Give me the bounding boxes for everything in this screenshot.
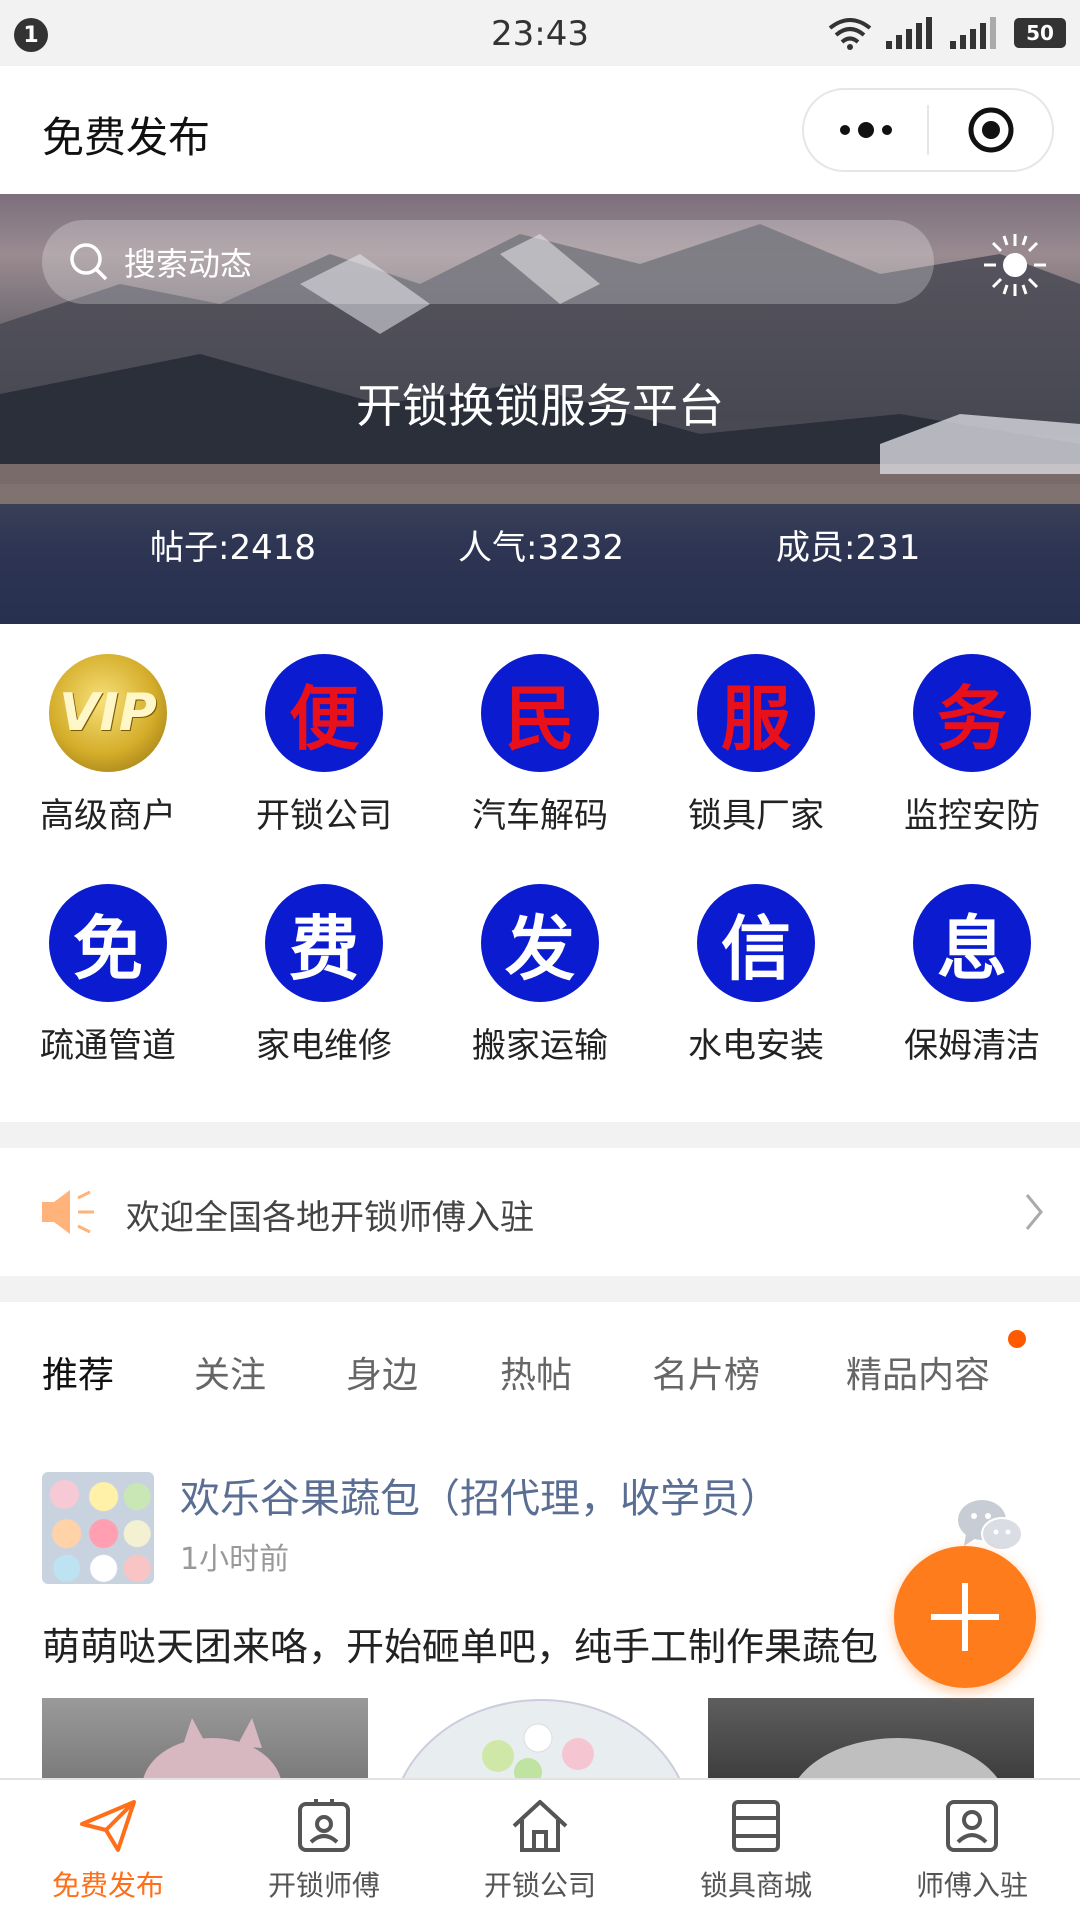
notice-bar[interactable]: 欢迎全国各地开锁师傅入驻 <box>0 1148 1080 1276</box>
battery-icon: 50 <box>1014 18 1066 48</box>
section-divider <box>0 1276 1080 1302</box>
category-icon: 费 <box>265 884 383 1002</box>
search-placeholder: 搜索动态 <box>124 245 253 283</box>
category-icon: 信 <box>697 884 815 1002</box>
post-time: 1小时前 <box>180 1542 290 1577</box>
nav-label: 开锁师傅 <box>267 1869 380 1902</box>
avatar[interactable] <box>42 1472 154 1584</box>
category-icon: 便 <box>265 654 383 772</box>
vip-badge-icon: VIP <box>49 654 167 772</box>
notice-text: 欢迎全国各地开锁师傅入驻 <box>126 1198 534 1238</box>
category-label: 汽车解码 <box>472 796 608 836</box>
nav-label: 开锁公司 <box>483 1869 596 1902</box>
category-label: 疏通管道 <box>40 1026 176 1066</box>
unread-dot <box>1008 1330 1026 1348</box>
post-image-content <box>798 1738 998 1778</box>
bottom-nav: 免费发布 开锁师傅 开锁公司 锁具商城 师傅入驻 <box>0 1778 1080 1920</box>
category-label: 锁具厂家 <box>688 796 824 836</box>
category-label: 监控安防 <box>904 796 1040 836</box>
nav-free-publish[interactable]: 免费发布 <box>0 1780 216 1920</box>
category-moving[interactable]: 发 搬家运输 <box>432 884 648 1114</box>
category-icon: 发 <box>481 884 599 1002</box>
tab-following[interactable]: 关注 <box>194 1346 266 1398</box>
category-label: 水电安装 <box>688 1026 824 1066</box>
tab-nearby[interactable]: 身边 <box>346 1346 418 1398</box>
signal-icon <box>886 17 932 49</box>
search-input[interactable]: 搜索动态 <box>42 220 934 304</box>
nav-join[interactable]: 师傅入驻 <box>864 1780 1080 1920</box>
close-button[interactable] <box>929 90 1052 170</box>
category-icon: 务 <box>913 654 1031 772</box>
more-button[interactable] <box>804 90 927 170</box>
scan-code-icon[interactable] <box>982 232 1048 298</box>
category-icon: 免 <box>49 884 167 1002</box>
tab-card-ranking[interactable]: 名片榜 <box>652 1346 760 1398</box>
profile-icon <box>946 1800 998 1852</box>
post-image[interactable] <box>378 1698 704 1778</box>
stat-popularity: 人气:3232 <box>458 528 624 568</box>
category-label: 搬家运输 <box>472 1026 608 1066</box>
category-plumbing-electrical[interactable]: 信 水电安装 <box>648 884 864 1114</box>
home-icon <box>512 1800 568 1852</box>
store-icon <box>732 1800 780 1852</box>
category-appliance-repair[interactable]: 费 家电维修 <box>216 884 432 1114</box>
post-image[interactable] <box>42 1698 368 1778</box>
page-title: 免费发布 <box>42 113 211 162</box>
tab-featured[interactable]: 精品内容 <box>846 1346 990 1398</box>
category-row-2: 免 疏通管道 费 家电维修 发 搬家运输 信 水电安装 息 保姆清洁 <box>0 884 1080 1114</box>
section-divider <box>0 1122 1080 1148</box>
more-icon <box>839 122 892 138</box>
tab-hot-posts[interactable]: 热帖 <box>500 1346 572 1398</box>
nav-lock-company[interactable]: 开锁公司 <box>432 1780 648 1920</box>
category-housekeeping[interactable]: 息 保姆清洁 <box>864 884 1080 1114</box>
speaker-icon <box>42 1190 94 1234</box>
category-car-decoding[interactable]: 民 汽车解码 <box>432 654 648 884</box>
category-icon: 服 <box>697 654 815 772</box>
chevron-right-icon <box>1025 1194 1043 1230</box>
stat-members: 成员:231 <box>776 528 921 568</box>
category-icon: 息 <box>913 884 1031 1002</box>
feed-tabs: 推荐 关注 身边 热帖 名片榜 精品内容 <box>0 1302 1080 1426</box>
category-pipe-dredging[interactable]: 免 疏通管道 <box>0 884 216 1114</box>
plus-icon <box>931 1583 999 1651</box>
category-security-monitoring[interactable]: 务 监控安防 <box>864 654 1080 884</box>
banner-title: 开锁换锁服务平台 <box>356 379 724 433</box>
post-image-content <box>401 1699 681 1778</box>
tab-recommend[interactable]: 推荐 <box>42 1346 114 1398</box>
category-label: 开锁公司 <box>256 796 392 836</box>
search-icon <box>70 243 108 281</box>
category-lock-company[interactable]: 便 开锁公司 <box>216 654 432 884</box>
nav-locksmith[interactable]: 开锁师傅 <box>216 1780 432 1920</box>
category-icon: 民 <box>481 654 599 772</box>
nav-label: 免费发布 <box>51 1869 164 1902</box>
post-image-content <box>143 1718 281 1778</box>
post-image[interactable] <box>708 1698 1034 1778</box>
add-post-button[interactable] <box>894 1546 1036 1688</box>
post-title[interactable]: 欢乐谷果蔬包（招代理，收学员） <box>180 1466 780 1524</box>
category-grid: VIP 高级商户 便 开锁公司 民 汽车解码 服 锁具厂家 务 监控安防 免 疏… <box>0 654 1080 1114</box>
mini-program-capsule <box>802 88 1054 172</box>
banner: 搜索动态 开锁换锁服务平台 帖子:2418 人气:3232 成员:231 <box>0 194 1080 624</box>
post-body: 萌萌哒天团来咯，开始砸单吧，纯手工制作果蔬包 <box>42 1625 879 1669</box>
close-target-icon <box>968 107 1013 153</box>
stat-posts: 帖子:2418 <box>150 528 316 568</box>
category-row-1: VIP 高级商户 便 开锁公司 民 汽车解码 服 锁具厂家 务 监控安防 <box>0 654 1080 884</box>
signal-icon <box>950 17 996 49</box>
wifi-icon <box>828 18 872 50</box>
status-icons: 50 <box>828 16 1066 50</box>
category-premium-merchant[interactable]: VIP 高级商户 <box>0 654 216 884</box>
id-card-icon <box>298 1799 350 1852</box>
title-bar: 免费发布 <box>0 66 1080 194</box>
nav-label: 师傅入驻 <box>915 1869 1028 1902</box>
category-lock-manufacturer[interactable]: 服 锁具厂家 <box>648 654 864 884</box>
paper-plane-icon <box>80 1800 136 1852</box>
category-label: 家电维修 <box>256 1026 392 1066</box>
nav-label: 锁具商城 <box>699 1869 812 1902</box>
nav-lock-mall[interactable]: 锁具商城 <box>648 1780 864 1920</box>
category-label: 高级商户 <box>40 796 176 836</box>
status-bar: 1 23:43 50 <box>0 0 1080 66</box>
category-label: 保姆清洁 <box>904 1026 1040 1066</box>
